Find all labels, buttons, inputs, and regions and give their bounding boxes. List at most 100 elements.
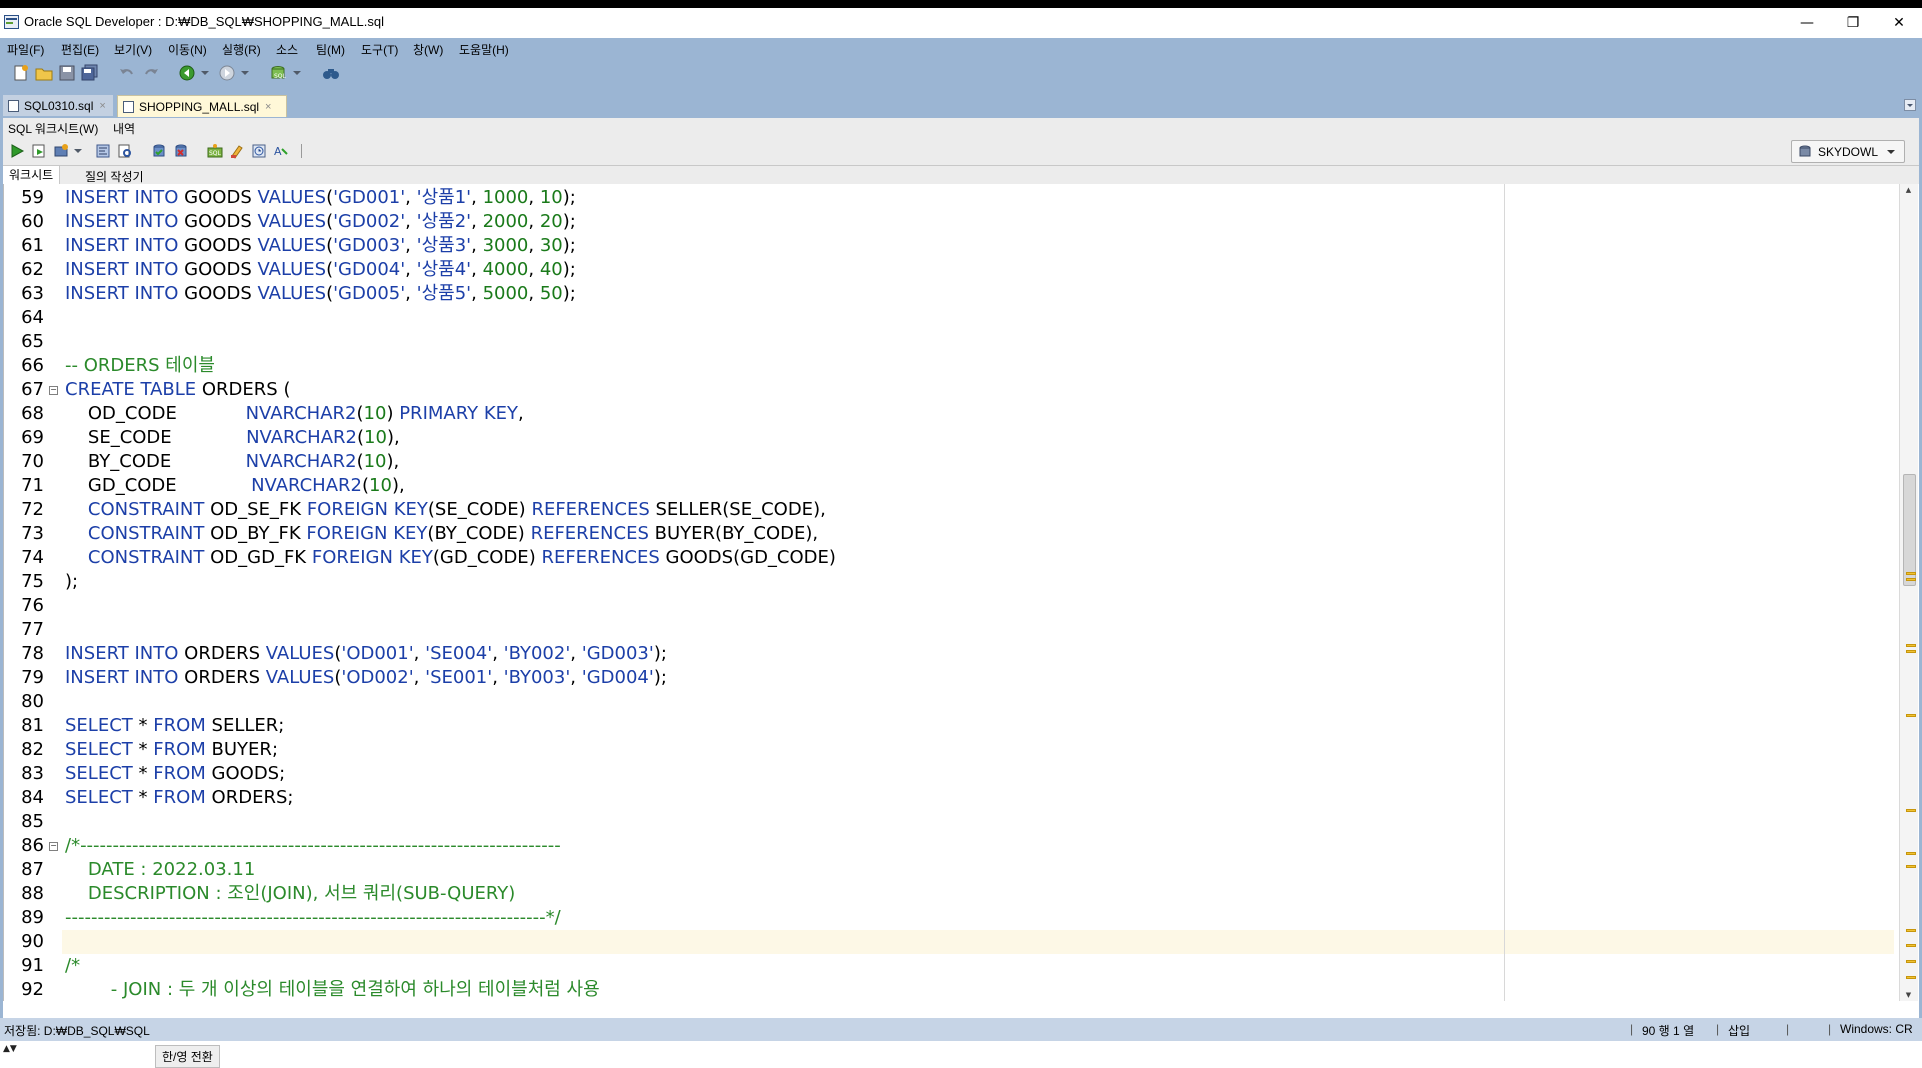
warning-marker[interactable] — [1906, 644, 1916, 647]
code-line[interactable]: INSERT INTO GOODS VALUES('GD001', '상품1',… — [65, 186, 576, 210]
code-line[interactable]: CREATE TABLE ORDERS ( — [65, 378, 290, 402]
tab-query-builder[interactable]: 질의 작성기 — [85, 168, 144, 185]
tab-list-dropdown-icon[interactable] — [1904, 99, 1916, 111]
close-window-button[interactable]: ✕ — [1876, 8, 1922, 38]
menu-edit[interactable]: 편집(E) — [61, 41, 99, 58]
run-statement-icon[interactable] — [9, 143, 25, 159]
new-file-icon[interactable] — [12, 64, 30, 82]
menu-window[interactable]: 창(W) — [413, 41, 443, 58]
menu-view[interactable]: 보기(V) — [114, 41, 152, 58]
code-line[interactable]: ----------------------------------------… — [65, 906, 561, 930]
menu-navigate[interactable]: 이동(N) — [168, 41, 207, 58]
minimize-button[interactable]: — — [1784, 8, 1830, 38]
warning-marker[interactable] — [1906, 650, 1916, 653]
scrollbar-thumb[interactable] — [1903, 474, 1916, 586]
tab-history[interactable]: 내역 — [113, 120, 135, 137]
line-number: 83 — [21, 763, 44, 784]
forward-dropdown-icon[interactable] — [238, 64, 256, 82]
commit-icon[interactable] — [151, 143, 167, 159]
menu-file[interactable]: 파일(F) — [7, 41, 44, 58]
code-line[interactable]: - JOIN : 두 개 이상의 테이블을 연결하여 하나의 테이블처럼 사용 — [65, 978, 600, 1001]
code-line[interactable]: INSERT INTO ORDERS VALUES('OD001', 'SE00… — [65, 642, 667, 666]
scroll-down-small-icon[interactable]: ▼ — [10, 1044, 17, 1054]
warning-marker[interactable] — [1906, 809, 1916, 812]
code-line[interactable]: INSERT INTO GOODS VALUES('GD005', '상품5',… — [65, 282, 576, 306]
code-line[interactable]: BY_CODE NVARCHAR2(10), — [65, 450, 399, 474]
code-line[interactable]: CONSTRAINT OD_SE_FK FOREIGN KEY(SE_CODE)… — [65, 498, 826, 522]
scroll-up-small-icon[interactable]: ▲ — [3, 1044, 10, 1054]
restore-button[interactable]: ❐ — [1830, 8, 1876, 38]
vertical-scrollbar[interactable]: ▲ ▼ — [1899, 184, 1918, 1001]
close-tab-icon[interactable]: × — [99, 100, 105, 112]
format-icon[interactable]: A — [273, 143, 289, 159]
code-line[interactable]: /* — [65, 954, 80, 978]
scroll-down-icon[interactable]: ▼ — [1903, 991, 1914, 999]
editor-scroll-arrows[interactable]: ▲▼ — [3, 1044, 31, 1056]
save-all-icon[interactable] — [81, 64, 99, 82]
menu-run[interactable]: 실행(R) — [222, 41, 261, 58]
back-dropdown-icon[interactable] — [198, 64, 216, 82]
tab-sql-worksheet[interactable]: SQL 워크시트(W) — [8, 120, 98, 137]
open-folder-icon[interactable] — [35, 64, 53, 82]
code-line[interactable]: -- ORDERS 테이블 — [65, 354, 215, 378]
tab-shopping-mall[interactable]: SHOPPING_MALL.sql × — [117, 95, 287, 117]
rollback-icon[interactable] — [173, 143, 189, 159]
line-number: 74 — [21, 547, 44, 568]
code-line[interactable]: ); — [65, 570, 78, 594]
code-line[interactable]: SELECT * FROM SELLER; — [65, 714, 284, 738]
warning-marker[interactable] — [1906, 578, 1916, 581]
menu-help[interactable]: 도움말(H) — [459, 41, 509, 58]
warning-marker[interactable] — [1906, 929, 1916, 932]
tab-sql0310[interactable]: SQL0310.sql × — [3, 95, 113, 116]
save-icon[interactable] — [58, 64, 76, 82]
warning-marker[interactable] — [1906, 976, 1916, 979]
code-line[interactable]: /*--------------------------------------… — [65, 834, 561, 858]
binoculars-icon[interactable] — [322, 64, 340, 82]
forward-icon[interactable] — [218, 64, 236, 82]
run-sql-db-icon[interactable]: SQL — [270, 64, 288, 82]
tab-worksheet[interactable]: 워크시트 — [3, 166, 61, 184]
menu-source[interactable]: 소스 — [276, 41, 298, 58]
code-line[interactable]: INSERT INTO ORDERS VALUES('OD002', 'SE00… — [65, 666, 667, 690]
window-title: Oracle SQL Developer : D:₩DB_SQL₩SHOPPIN… — [24, 14, 385, 29]
code-line[interactable]: INSERT INTO GOODS VALUES('GD004', '상품4',… — [65, 258, 576, 282]
code-line[interactable]: SELECT * FROM BUYER; — [65, 738, 278, 762]
unshared-sql-icon[interactable]: SQL — [207, 143, 223, 159]
code-line[interactable]: INSERT INTO GOODS VALUES('GD003', '상품3',… — [65, 234, 576, 258]
explain-plan-icon[interactable] — [95, 143, 111, 159]
code-line[interactable]: OD_CODE NVARCHAR2(10) PRIMARY KEY, — [65, 402, 524, 426]
undo-icon[interactable] — [118, 64, 136, 82]
sql-history-icon[interactable] — [251, 143, 267, 159]
redo-icon[interactable] — [142, 64, 160, 82]
fold-toggle-icon[interactable]: − — [49, 386, 58, 395]
clear-icon[interactable] — [229, 143, 245, 159]
autotrace-dropdown-icon[interactable] — [71, 143, 87, 159]
warning-marker[interactable] — [1906, 960, 1916, 963]
run-script-icon[interactable] — [31, 143, 47, 159]
warning-marker[interactable] — [1906, 572, 1916, 575]
run-sql-dropdown-icon[interactable] — [290, 64, 308, 82]
back-icon[interactable] — [178, 64, 196, 82]
menu-team[interactable]: 팀(M) — [316, 41, 345, 58]
code-editor[interactable]: 59 60 61 62 63 64 65 66 67−68 69 70 71 72 73 74 75 76 77 7… — [3, 184, 1918, 1001]
autotrace-icon[interactable] — [53, 143, 69, 159]
scroll-up-icon[interactable]: ▲ — [1903, 186, 1914, 194]
code-line[interactable]: SELECT * FROM ORDERS; — [65, 786, 293, 810]
code-line[interactable]: INSERT INTO GOODS VALUES('GD002', '상품2',… — [65, 210, 576, 234]
connection-selector[interactable]: SKYDOWL — [1791, 140, 1905, 163]
code-line[interactable]: GD_CODE NVARCHAR2(10), — [65, 474, 405, 498]
code-line[interactable]: CONSTRAINT OD_BY_FK FOREIGN KEY(BY_CODE)… — [65, 522, 818, 546]
warning-marker[interactable] — [1906, 852, 1916, 855]
code-line[interactable]: SELECT * FROM GOODS; — [65, 762, 285, 786]
code-line[interactable]: CONSTRAINT OD_GD_FK FOREIGN KEY(GD_CODE)… — [65, 546, 836, 570]
menu-tools[interactable]: 도구(T) — [361, 41, 398, 58]
warning-marker[interactable] — [1906, 944, 1916, 947]
sql-tuning-icon[interactable] — [117, 143, 133, 159]
code-line[interactable]: DATE : 2022.03.11 — [65, 858, 255, 882]
warning-marker[interactable] — [1906, 865, 1916, 868]
code-line[interactable]: SE_CODE NVARCHAR2(10), — [65, 426, 400, 450]
warning-marker[interactable] — [1906, 714, 1916, 717]
close-tab-icon[interactable]: × — [265, 101, 271, 113]
fold-toggle-icon[interactable]: − — [49, 842, 58, 851]
code-line[interactable]: DESCRIPTION : 조인(JOIN), 서브 쿼리(SUB-QUERY) — [65, 882, 515, 906]
